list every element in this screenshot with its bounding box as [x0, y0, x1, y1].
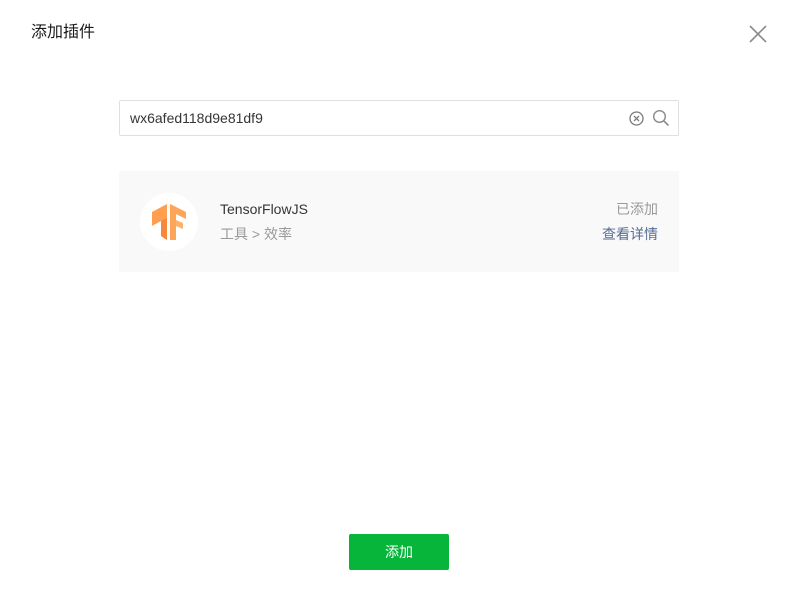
search-input[interactable] — [130, 101, 620, 135]
status-label: 已添加 — [616, 201, 658, 217]
add-button[interactable]: 添加 — [349, 534, 449, 570]
view-details-link[interactable]: 查看详情 — [602, 226, 658, 242]
plugin-result-card: TensorFlowJS 工具 > 效率 已添加 查看详情 — [119, 171, 679, 272]
close-icon[interactable] — [746, 22, 770, 46]
dialog-title: 添加插件 — [31, 24, 96, 41]
search-icon[interactable] — [652, 109, 670, 127]
plugin-logo — [140, 193, 198, 251]
clear-icon[interactable] — [629, 111, 644, 126]
plugin-category: 工具 > 效率 — [220, 226, 292, 242]
tensorflow-logo-icon — [152, 204, 186, 240]
add-plugin-dialog: 添加插件 wx6afed118d9e81df9 TensorFlowJS 工具 … — [0, 0, 797, 598]
search-box — [119, 100, 679, 136]
plugin-name: TensorFlowJS — [220, 201, 308, 217]
